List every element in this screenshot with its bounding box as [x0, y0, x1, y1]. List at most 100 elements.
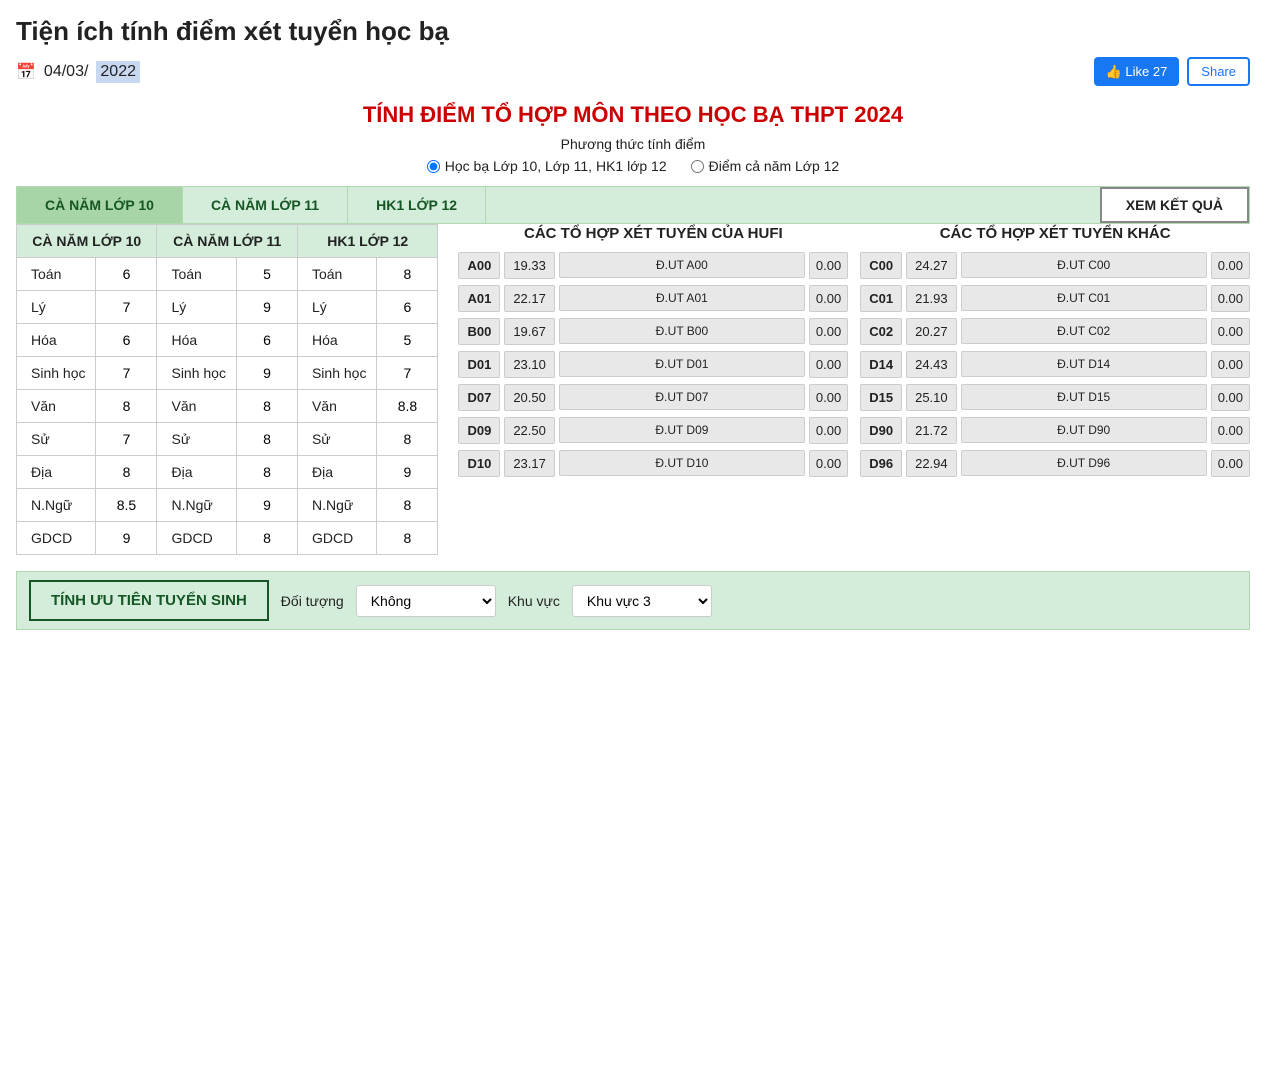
result-code: D14	[860, 351, 902, 378]
result-score: 19.67	[504, 318, 555, 345]
grade-col1[interactable]	[96, 324, 157, 357]
grade-col3[interactable]	[377, 291, 438, 324]
khu-vuc-select[interactable]: Khu vực 1Khu vực 2Khu vực 2NTKhu vực 3	[572, 585, 712, 617]
radio-option-2[interactable]: Điểm cả năm Lớp 12	[691, 158, 840, 174]
grade-col2[interactable]	[236, 456, 297, 489]
other-title: CÁC TỔ HỢP XÉT TUYỂN KHÁC	[860, 224, 1250, 244]
share-button[interactable]: Share	[1187, 57, 1250, 86]
grade-col1[interactable]	[96, 522, 157, 555]
subject-name: N.Ngữ	[17, 489, 96, 522]
subject-name2: Lý	[157, 291, 236, 324]
list-item: D96 22.94 Đ.UT D96 0.00	[860, 450, 1250, 477]
subject-name: Sử	[17, 423, 96, 456]
doi-tuong-select[interactable]: KhôngUT1UT2	[356, 585, 496, 617]
grade-col3[interactable]	[377, 258, 438, 291]
result-code: C00	[860, 252, 902, 279]
result-dut: 0.00	[809, 450, 848, 477]
result-dut: 0.00	[1211, 450, 1250, 477]
grade-col2[interactable]	[236, 324, 297, 357]
grade-col2[interactable]	[236, 291, 297, 324]
result-dut: 0.00	[809, 384, 848, 411]
table-row: Hóa Hóa Hóa	[17, 324, 438, 357]
list-item: D90 21.72 Đ.UT D90 0.00	[860, 417, 1250, 444]
result-code: B00	[458, 318, 500, 345]
table-row: Toán Toán Toán	[17, 258, 438, 291]
subject-name: Sinh học	[17, 357, 96, 390]
other-col: CÁC TỔ HỢP XÉT TUYỂN KHÁC C00 24.27 Đ.UT…	[860, 224, 1250, 483]
result-dut: 0.00	[1211, 417, 1250, 444]
result-code: D01	[458, 351, 500, 378]
khu-vuc-label: Khu vực	[508, 593, 560, 609]
grade-col2[interactable]	[236, 489, 297, 522]
result-score: 22.50	[504, 417, 555, 444]
radio-input-1[interactable]	[427, 160, 440, 173]
grade-col1[interactable]	[96, 390, 157, 423]
result-code: D07	[458, 384, 500, 411]
result-score: 23.10	[504, 351, 555, 378]
table-row: Lý Lý Lý	[17, 291, 438, 324]
grade-col3[interactable]	[377, 456, 438, 489]
grade-col3[interactable]	[377, 324, 438, 357]
subject-name: GDCD	[17, 522, 96, 555]
result-code: D90	[860, 417, 902, 444]
subject-name3: Sinh học	[297, 357, 376, 390]
xem-ket-qua-button[interactable]: XEM KẾT QUẢ	[1100, 187, 1249, 223]
grade-col2[interactable]	[236, 423, 297, 456]
radio-option-1[interactable]: Học bạ Lớp 10, Lớp 11, HK1 lớp 12	[427, 158, 667, 174]
result-score: 24.27	[906, 252, 957, 279]
grade-col1[interactable]	[96, 258, 157, 291]
result-label: Đ.UT C01	[961, 285, 1207, 311]
grade-col3[interactable]	[377, 390, 438, 423]
subject-name2: Hóa	[157, 324, 236, 357]
grade-col2[interactable]	[236, 522, 297, 555]
subtitle: Phương thức tính điểm	[16, 136, 1250, 152]
list-item: D15 25.10 Đ.UT D15 0.00	[860, 384, 1250, 411]
result-dut: 0.00	[809, 351, 848, 378]
grade-col3[interactable]	[377, 357, 438, 390]
radio-input-2[interactable]	[691, 160, 704, 173]
grade-col2[interactable]	[236, 357, 297, 390]
tinh-uu-tien-button[interactable]: TÍNH ƯU TIÊN TUYỂN SINH	[29, 580, 269, 621]
results-columns: CÁC TỔ HỢP XÉT TUYỂN CỦA HUFI A00 19.33 …	[458, 224, 1250, 483]
result-score: 20.27	[906, 318, 957, 345]
result-code: C02	[860, 318, 902, 345]
like-button[interactable]: 👍 Like 27	[1094, 57, 1180, 86]
subject-name3: Toán	[297, 258, 376, 291]
result-label: Đ.UT A01	[559, 285, 805, 311]
result-code: A00	[458, 252, 500, 279]
list-item: D09 22.50 Đ.UT D09 0.00	[458, 417, 848, 444]
tab-lop11[interactable]: CÀ NĂM LỚP 11	[183, 187, 348, 223]
hufi-title: CÁC TỔ HỢP XÉT TUYỂN CỦA HUFI	[458, 224, 848, 244]
result-dut: 0.00	[1211, 252, 1250, 279]
result-label: Đ.UT D09	[559, 417, 805, 443]
grade-col2[interactable]	[236, 258, 297, 291]
result-label: Đ.UT C00	[961, 252, 1207, 278]
subject-name3: Hóa	[297, 324, 376, 357]
subject-name2: Sử	[157, 423, 236, 456]
tab-hk1lop12[interactable]: HK1 LỚP 12	[348, 187, 486, 223]
grade-col2[interactable]	[236, 390, 297, 423]
subject-name3: GDCD	[297, 522, 376, 555]
result-score: 22.17	[504, 285, 555, 312]
grade-col3[interactable]	[377, 423, 438, 456]
grade-col1[interactable]	[96, 423, 157, 456]
grade-col1[interactable]	[96, 291, 157, 324]
result-label: Đ.UT D96	[961, 450, 1207, 476]
list-item: C00 24.27 Đ.UT C00 0.00	[860, 252, 1250, 279]
subject-name2: GDCD	[157, 522, 236, 555]
result-code: A01	[458, 285, 500, 312]
list-item: C02 20.27 Đ.UT C02 0.00	[860, 318, 1250, 345]
grade-col1[interactable]	[96, 357, 157, 390]
tab-lop10[interactable]: CÀ NĂM LỚP 10	[17, 187, 183, 223]
date-box: 📅 04/03/2022	[16, 61, 140, 83]
result-dut: 0.00	[809, 252, 848, 279]
grade-col1[interactable]	[96, 489, 157, 522]
grade-col3[interactable]	[377, 522, 438, 555]
grade-col1[interactable]	[96, 456, 157, 489]
result-code: D15	[860, 384, 902, 411]
result-score: 22.94	[906, 450, 957, 477]
table-row: Sinh học Sinh học Sinh học	[17, 357, 438, 390]
result-label: Đ.UT D14	[961, 351, 1207, 377]
result-dut: 0.00	[1211, 318, 1250, 345]
grade-col3[interactable]	[377, 489, 438, 522]
